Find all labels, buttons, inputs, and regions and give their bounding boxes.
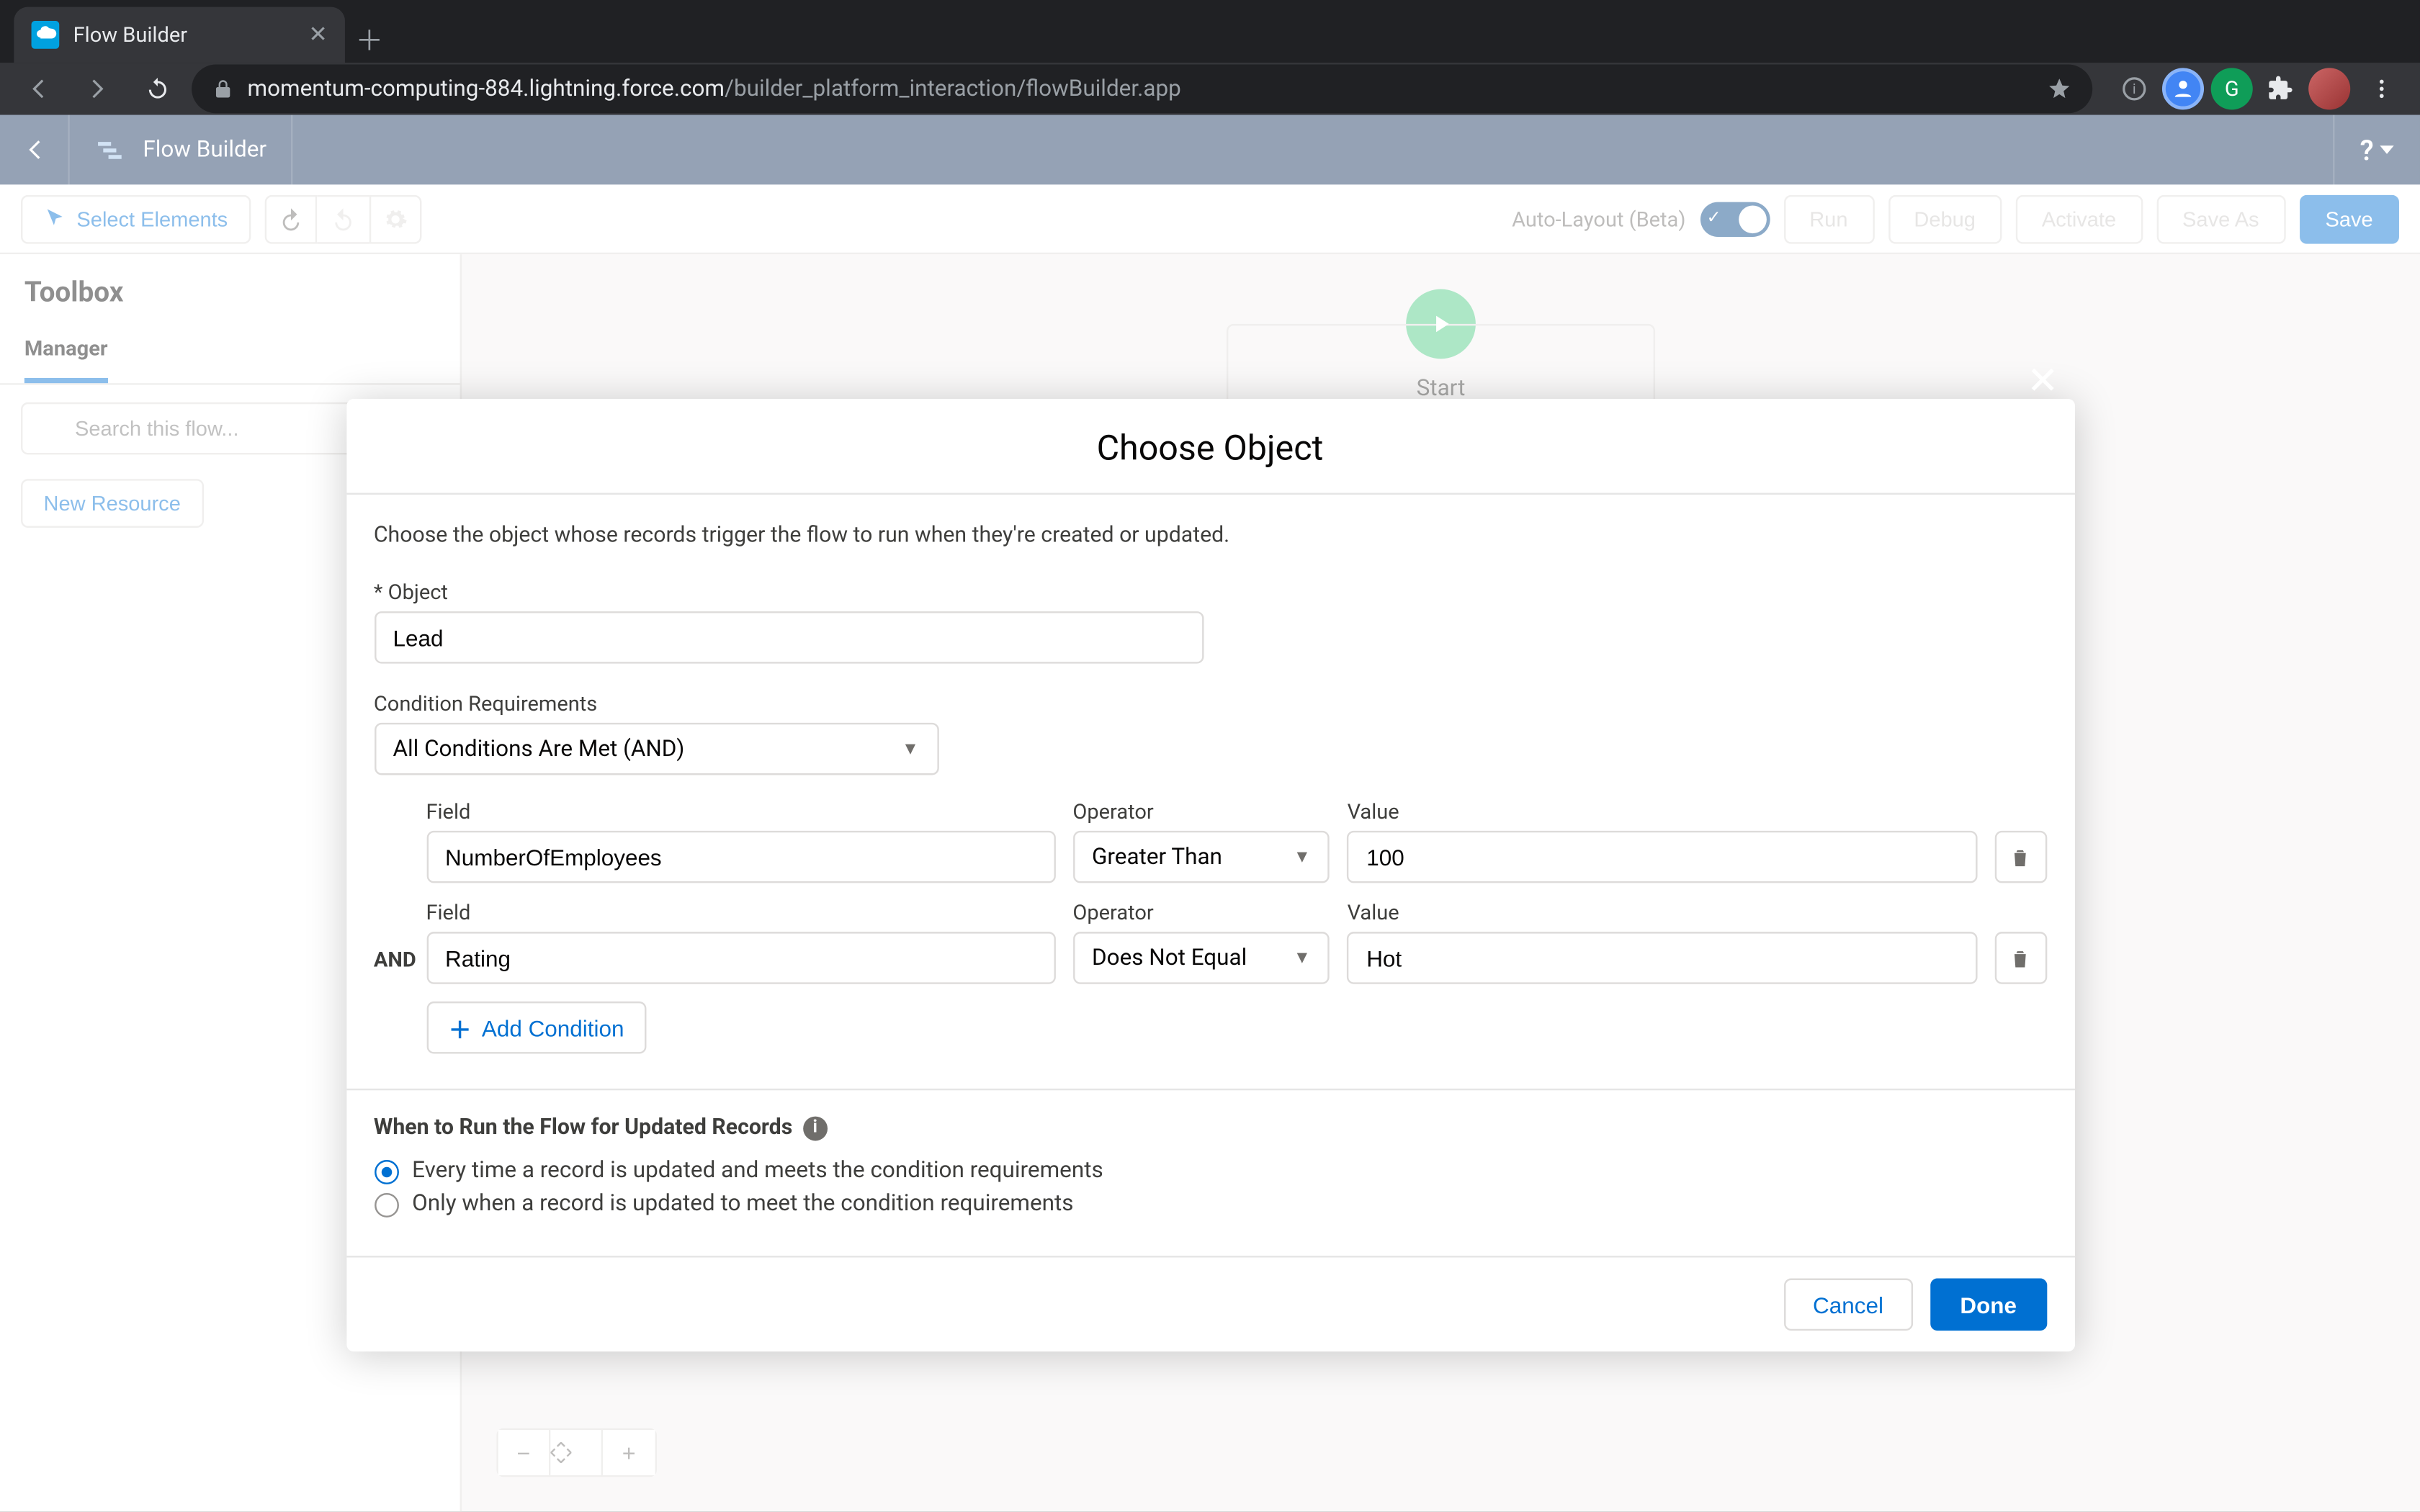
condition-value-input[interactable] <box>1348 831 1977 883</box>
object-label: Object <box>374 580 1203 605</box>
field-column-label: Field <box>426 799 1055 824</box>
svg-text:i: i <box>2133 81 2136 97</box>
info-icon[interactable]: i <box>803 1115 828 1140</box>
delete-condition-button[interactable] <box>1994 932 2047 984</box>
browser-menu-icon[interactable] <box>2357 65 2406 114</box>
close-tab-icon[interactable]: ✕ <box>308 22 327 48</box>
chevron-down-icon: ▼ <box>902 739 919 759</box>
delete-condition-button[interactable] <box>1994 831 2047 883</box>
modal-help-text: Choose the object whose records trigger … <box>374 523 2046 549</box>
when-radio-every-time[interactable]: Every time a record is updated and meets… <box>374 1158 2046 1184</box>
condition-operator-value: Does Not Equal <box>1092 945 1247 971</box>
new-tab-button[interactable]: ＋ <box>345 14 394 63</box>
add-condition-label: Add Condition <box>482 1014 624 1040</box>
url-text: momentum-computing-884.lightning.force.c… <box>247 76 1180 102</box>
done-button[interactable]: Done <box>1930 1279 2046 1331</box>
operator-column-label: Operator <box>1072 799 1330 824</box>
condition-requirements-label: Condition Requirements <box>374 691 938 716</box>
extension-g-icon[interactable]: G <box>2211 68 2253 109</box>
when-radio-only-when[interactable]: Only when a record is updated to meet th… <box>374 1192 2046 1218</box>
chevron-down-icon: ▼ <box>1294 948 1311 968</box>
choose-object-modal: ✕ Choose Object Choose the object whose … <box>346 399 2074 1351</box>
value-column-label: Value <box>1348 799 1977 824</box>
browser-reload-button[interactable] <box>133 65 182 114</box>
chevron-down-icon: ▼ <box>1294 847 1311 867</box>
condition-row: Field Operator Greater Than ▼ <box>426 799 2046 883</box>
condition-requirements-value: All Conditions Are Met (AND) <box>393 736 684 762</box>
condition-operator-select[interactable]: Does Not Equal ▼ <box>1072 932 1330 984</box>
when-to-run-heading: When to Run the Flow for Updated Records… <box>374 1115 2046 1140</box>
profile-avatar-icon[interactable] <box>2162 68 2204 109</box>
radio-label: Only when a record is updated to meet th… <box>412 1192 1073 1218</box>
info-icon[interactable]: i <box>2113 68 2155 109</box>
browser-chrome: Flow Builder ✕ ＋ momentum-computing-884.… <box>0 0 2420 115</box>
radio-icon <box>374 1192 398 1217</box>
address-bar[interactable]: momentum-computing-884.lightning.force.c… <box>192 65 2092 114</box>
bookmark-star-icon[interactable] <box>2047 76 2071 101</box>
modal-title: Choose Object <box>346 399 2074 495</box>
radio-label: Every time a record is updated and meets… <box>412 1158 1103 1184</box>
add-condition-button[interactable]: ＋ Add Condition <box>426 1002 646 1054</box>
plus-icon: ＋ <box>449 1011 471 1044</box>
browser-tab[interactable]: Flow Builder ✕ <box>14 7 345 63</box>
trash-icon <box>2009 947 2031 969</box>
radio-icon <box>374 1159 398 1184</box>
condition-operator-value: Greater Than <box>1092 844 1222 870</box>
browser-back-button[interactable] <box>14 65 63 114</box>
condition-value-input[interactable] <box>1348 932 1977 984</box>
extensions-puzzle-icon[interactable] <box>2259 68 2301 109</box>
condition-field-input[interactable] <box>426 932 1055 984</box>
condition-requirements-select[interactable]: All Conditions Are Met (AND) ▼ <box>374 723 938 775</box>
browser-forward-button[interactable] <box>73 65 122 114</box>
user-profile-avatar[interactable] <box>2308 68 2350 109</box>
modal-close-button[interactable]: ✕ <box>2022 361 2063 402</box>
condition-operator-select[interactable]: Greater Than ▼ <box>1072 831 1330 883</box>
salesforce-cloud-icon <box>32 21 60 49</box>
field-column-label: Field <box>426 901 1055 925</box>
value-column-label: Value <box>1348 901 1977 925</box>
condition-row: AND Field Operator Does Not Equal ▼ <box>426 901 2046 984</box>
trash-icon <box>2009 845 2031 868</box>
operator-column-label: Operator <box>1072 901 1330 925</box>
lock-icon <box>212 78 233 99</box>
cancel-button[interactable]: Cancel <box>1783 1279 1913 1331</box>
object-input[interactable] <box>374 611 1203 664</box>
and-connector-label: AND <box>374 948 416 972</box>
condition-field-input[interactable] <box>426 831 1055 883</box>
tab-title: Flow Builder <box>73 22 187 47</box>
